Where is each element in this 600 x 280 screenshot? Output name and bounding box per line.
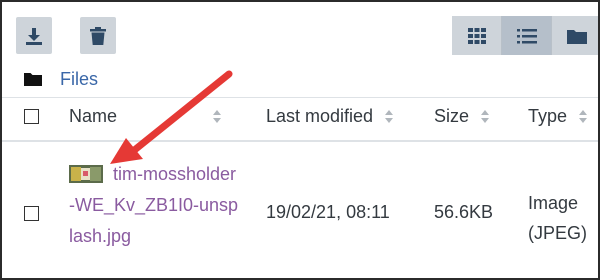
file-modified-cell: 19/02/21, 08:11 — [266, 202, 390, 222]
column-header-type[interactable]: Type — [528, 106, 588, 127]
grid-view-icon — [467, 27, 486, 44]
column-header-last-modified-label: Last modified — [266, 106, 374, 126]
folder-icon — [24, 72, 42, 86]
list-view-icon — [516, 28, 537, 43]
file-type-line2: (JPEG) — [528, 223, 588, 243]
download-icon — [26, 27, 42, 45]
column-header-size-label: Size — [434, 106, 470, 126]
folder-view-icon — [567, 29, 587, 44]
grid-view-button[interactable] — [452, 16, 502, 55]
breadcrumb-files-link[interactable]: Files — [60, 69, 98, 90]
select-all-checkbox[interactable] — [24, 109, 39, 124]
sort-name-icon[interactable] — [213, 110, 222, 123]
tree-view-button[interactable] — [552, 16, 598, 55]
column-header-name[interactable]: Name — [69, 106, 222, 127]
list-view-button[interactable] — [502, 16, 552, 55]
column-header-last-modified[interactable]: Last modified — [266, 106, 394, 127]
sort-last-modified-icon[interactable] — [385, 110, 394, 123]
column-header-size[interactable]: Size — [434, 106, 490, 127]
trash-icon — [90, 26, 106, 45]
file-type-cell: Image (JPEG) — [528, 188, 587, 248]
file-name-link[interactable]: tim-mossholder-WE_Kv_ZB1I0-unsplash.jpg — [69, 159, 239, 252]
column-header-type-label: Type — [528, 106, 568, 126]
breadcrumb: Files — [24, 68, 98, 90]
download-button[interactable] — [16, 17, 52, 54]
file-type-line1: Image — [528, 193, 579, 213]
sort-size-icon[interactable] — [481, 110, 490, 123]
file-manager: Files Name Last modified Size Type tim-m… — [0, 0, 600, 280]
delete-button[interactable] — [80, 17, 116, 54]
file-size-cell: 56.6KB — [434, 202, 494, 222]
row-select-checkbox[interactable] — [24, 206, 39, 221]
column-header-name-label: Name — [69, 106, 118, 126]
header-bottom-divider — [2, 140, 598, 142]
image-thumbnail-icon — [69, 165, 103, 183]
view-switcher — [452, 16, 598, 55]
header-top-divider — [2, 97, 598, 98]
sort-type-icon[interactable] — [579, 110, 588, 123]
